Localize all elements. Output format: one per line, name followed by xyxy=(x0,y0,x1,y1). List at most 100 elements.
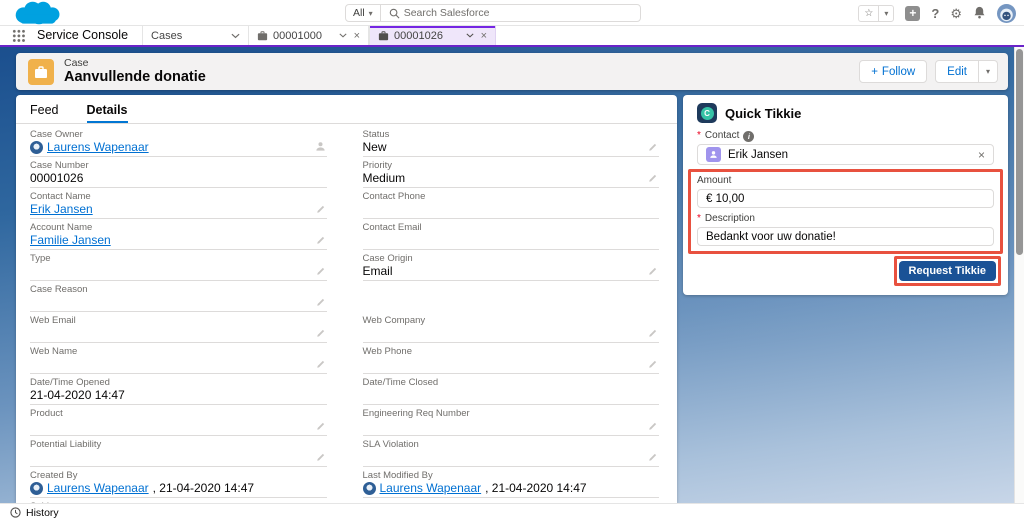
contact-name-link[interactable]: Erik Jansen xyxy=(30,203,93,216)
help-icon[interactable]: ? xyxy=(931,7,939,20)
last-modified-by-link[interactable]: Laurens Wapenaar xyxy=(380,482,482,495)
details-field-grid: Case Owner Laurens Wapenaar Status New C… xyxy=(16,124,677,503)
case-briefcase-icon xyxy=(378,31,389,41)
history-clock-icon xyxy=(10,507,21,518)
close-tab-icon[interactable]: × xyxy=(352,30,360,42)
user-avatar[interactable] xyxy=(997,4,1016,23)
field-datetime-opened: Date/Time Opened 21-04-2020 14:47 xyxy=(30,374,327,405)
edit-pencil-icon[interactable] xyxy=(316,204,326,214)
edit-pencil-icon[interactable] xyxy=(648,173,658,183)
notifications-bell-icon[interactable] xyxy=(973,6,986,21)
page-actions: + Follow Edit ▾ xyxy=(859,60,998,83)
field-label: Contact Email xyxy=(363,222,660,233)
follow-button[interactable]: + Follow xyxy=(859,60,927,83)
description-label-text: Description xyxy=(705,213,755,225)
amount-input[interactable] xyxy=(697,189,994,208)
setup-gear-icon[interactable]: ⚙ xyxy=(950,7,962,20)
edit-pencil-icon[interactable] xyxy=(648,142,658,152)
field-value: New xyxy=(363,141,387,154)
edit-pencil-icon[interactable] xyxy=(648,421,658,431)
app-launcher-icon[interactable] xyxy=(12,29,25,42)
edit-pencil-icon[interactable] xyxy=(648,452,658,462)
field-label: Contact Phone xyxy=(363,191,660,202)
field-contact-name: Contact Name Erik Jansen xyxy=(30,188,327,219)
panel-title: Quick Tikkie xyxy=(725,106,801,121)
edit-pencil-icon[interactable] xyxy=(316,266,326,276)
history-utility-item[interactable]: History xyxy=(26,507,59,519)
follow-label: Follow xyxy=(882,66,915,78)
edit-pencil-icon[interactable] xyxy=(648,266,658,276)
utility-bar: History xyxy=(0,503,1024,521)
workspace-tab-00001026[interactable]: 00001026 × xyxy=(369,26,496,45)
chevron-down-icon[interactable] xyxy=(339,33,347,38)
account-name-link[interactable]: Familie Jansen xyxy=(30,234,111,247)
app-name: Service Console xyxy=(25,26,142,45)
quick-tikkie-header: C Quick Tikkie xyxy=(697,103,994,123)
field-case-number: Case Number 00001026 xyxy=(30,157,327,188)
scrollbar-thumb[interactable] xyxy=(1016,49,1023,255)
header-actions: ☆ ▾ + ? ⚙ xyxy=(858,0,1016,26)
case-entity-icon xyxy=(28,59,54,85)
edit-pencil-icon[interactable] xyxy=(316,235,326,245)
field-label: Created By xyxy=(30,470,327,481)
field-label: Case Reason xyxy=(30,284,311,295)
more-actions-dropdown[interactable]: ▾ xyxy=(979,60,998,83)
close-tab-icon[interactable]: × xyxy=(479,30,487,42)
global-header: All ▾ ☆ ▾ + ? ⚙ xyxy=(0,0,1024,26)
amount-label-text: Amount xyxy=(697,175,731,187)
global-actions-icon[interactable]: + xyxy=(905,6,920,21)
favorite-star-icon[interactable]: ☆ xyxy=(859,6,878,21)
request-tikkie-button[interactable]: Request Tikkie xyxy=(899,261,996,281)
remove-contact-icon[interactable]: × xyxy=(978,148,985,162)
favorites-dropdown-icon[interactable]: ▾ xyxy=(878,6,893,21)
edit-pencil-icon[interactable] xyxy=(316,297,326,307)
edit-pencil-icon[interactable] xyxy=(648,359,658,369)
page-title: Aanvullende donatie xyxy=(64,69,206,85)
created-by-link[interactable]: Laurens Wapenaar xyxy=(47,482,149,495)
field-label: Web Company xyxy=(363,315,644,326)
amount-field-label: Amount xyxy=(697,175,994,187)
field-label: Product xyxy=(30,408,311,419)
chevron-down-icon[interactable] xyxy=(466,33,474,38)
chevron-down-icon: ▾ xyxy=(369,9,373,18)
modifier-avatar xyxy=(363,482,376,495)
case-briefcase-icon xyxy=(257,31,268,41)
search-scope-selector[interactable]: All ▾ xyxy=(346,5,381,21)
description-field-label: * Description xyxy=(697,213,994,225)
info-icon[interactable]: i xyxy=(743,131,754,142)
edit-pencil-icon[interactable] xyxy=(316,328,326,338)
edit-pencil-icon[interactable] xyxy=(316,421,326,431)
field-status: Status New xyxy=(363,126,660,157)
field-label: Potential Liability xyxy=(30,439,311,450)
chevron-down-icon[interactable] xyxy=(231,33,240,39)
case-owner-link[interactable]: Laurens Wapenaar xyxy=(47,141,149,154)
field-created-by: Created By Laurens Wapenaar , 21-04-2020… xyxy=(30,467,327,498)
field-account-name: Account Name Familie Jansen xyxy=(30,219,327,250)
edit-button[interactable]: Edit xyxy=(935,60,979,83)
edit-pencil-icon[interactable] xyxy=(648,328,658,338)
field-priority: Priority Medium xyxy=(363,157,660,188)
field-web-name: Web Name xyxy=(30,343,327,374)
edit-pencil-icon[interactable] xyxy=(316,452,326,462)
search-input[interactable] xyxy=(404,7,640,19)
quick-tikkie-actions: Request Tikkie xyxy=(690,256,1001,286)
workspace-tab-00001000[interactable]: 00001000 × xyxy=(248,26,369,45)
field-contact-email: Contact Email xyxy=(363,219,660,250)
workspace-tab-label: 00001000 xyxy=(273,30,334,42)
favorites-button-group: ☆ ▾ xyxy=(858,5,894,22)
nav-tab-cases[interactable]: Cases xyxy=(142,26,248,45)
description-input[interactable] xyxy=(697,227,994,246)
field-label: SLA Violation xyxy=(363,439,644,450)
change-owner-icon[interactable] xyxy=(315,141,326,152)
workspace-tab-label: 00001026 xyxy=(394,30,461,42)
field-value: Email xyxy=(363,265,393,278)
edit-pencil-icon[interactable] xyxy=(316,359,326,369)
annotation-highlight-button: Request Tikkie xyxy=(894,256,1001,286)
field-label: Web Phone xyxy=(363,346,644,357)
required-marker: * xyxy=(697,130,701,142)
tab-feed[interactable]: Feed xyxy=(30,95,59,123)
scrollbar-track[interactable] xyxy=(1014,47,1024,503)
annotation-highlight-fields: Amount * Description xyxy=(688,169,1003,254)
tab-details[interactable]: Details xyxy=(87,95,128,123)
contact-lookup-pill[interactable]: Erik Jansen × xyxy=(697,144,994,165)
